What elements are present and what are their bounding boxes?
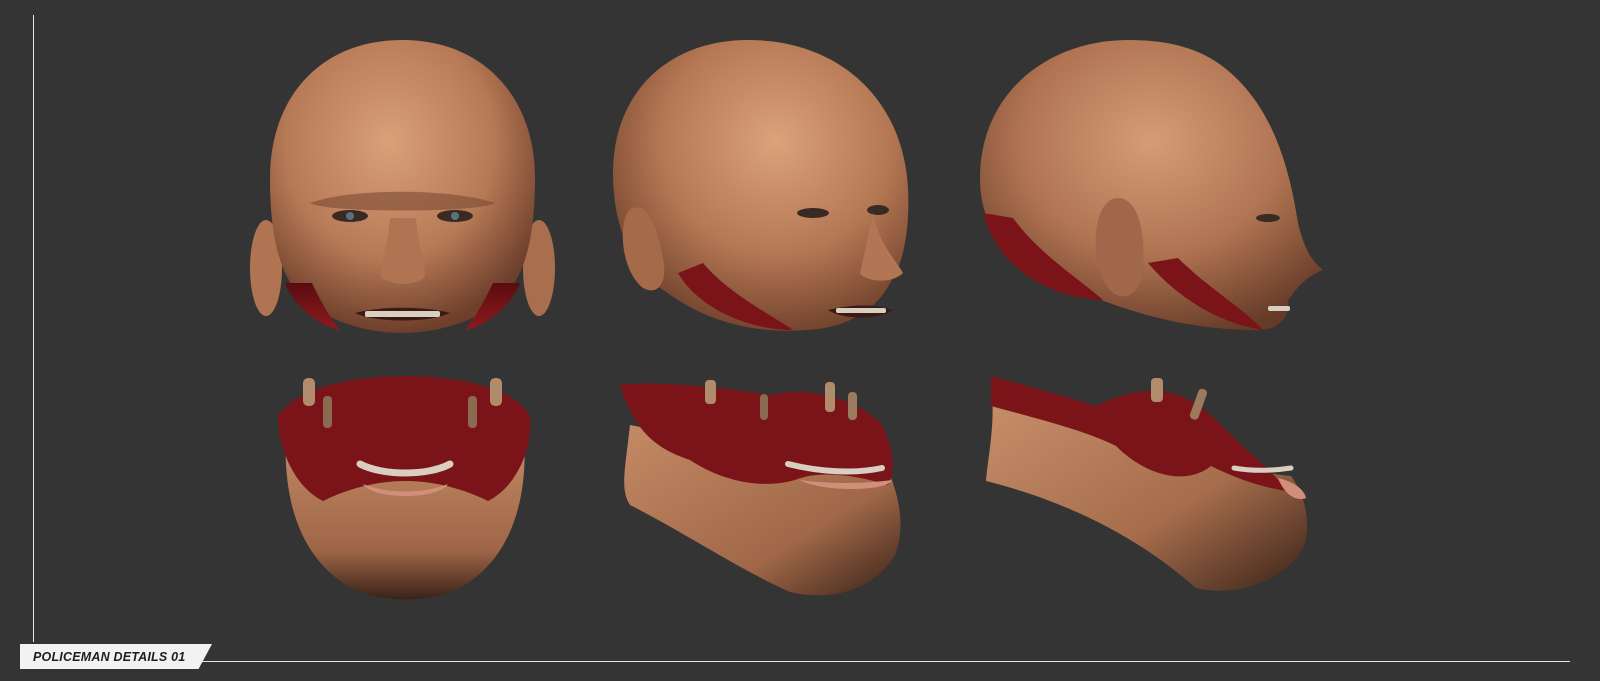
jaw-three-quarter-render xyxy=(620,380,905,605)
render-sheet xyxy=(0,0,1600,681)
jaw-front-render xyxy=(278,376,533,606)
head-profile-render xyxy=(978,38,1328,338)
jaw-profile-render xyxy=(986,376,1316,601)
frame-line-left xyxy=(33,15,34,642)
head-three-quarter-render xyxy=(608,38,928,338)
frame-line-bottom xyxy=(196,661,1570,662)
head-front-render xyxy=(250,38,555,338)
caption-label: POLICEMAN DETAILS 01 xyxy=(33,650,186,664)
